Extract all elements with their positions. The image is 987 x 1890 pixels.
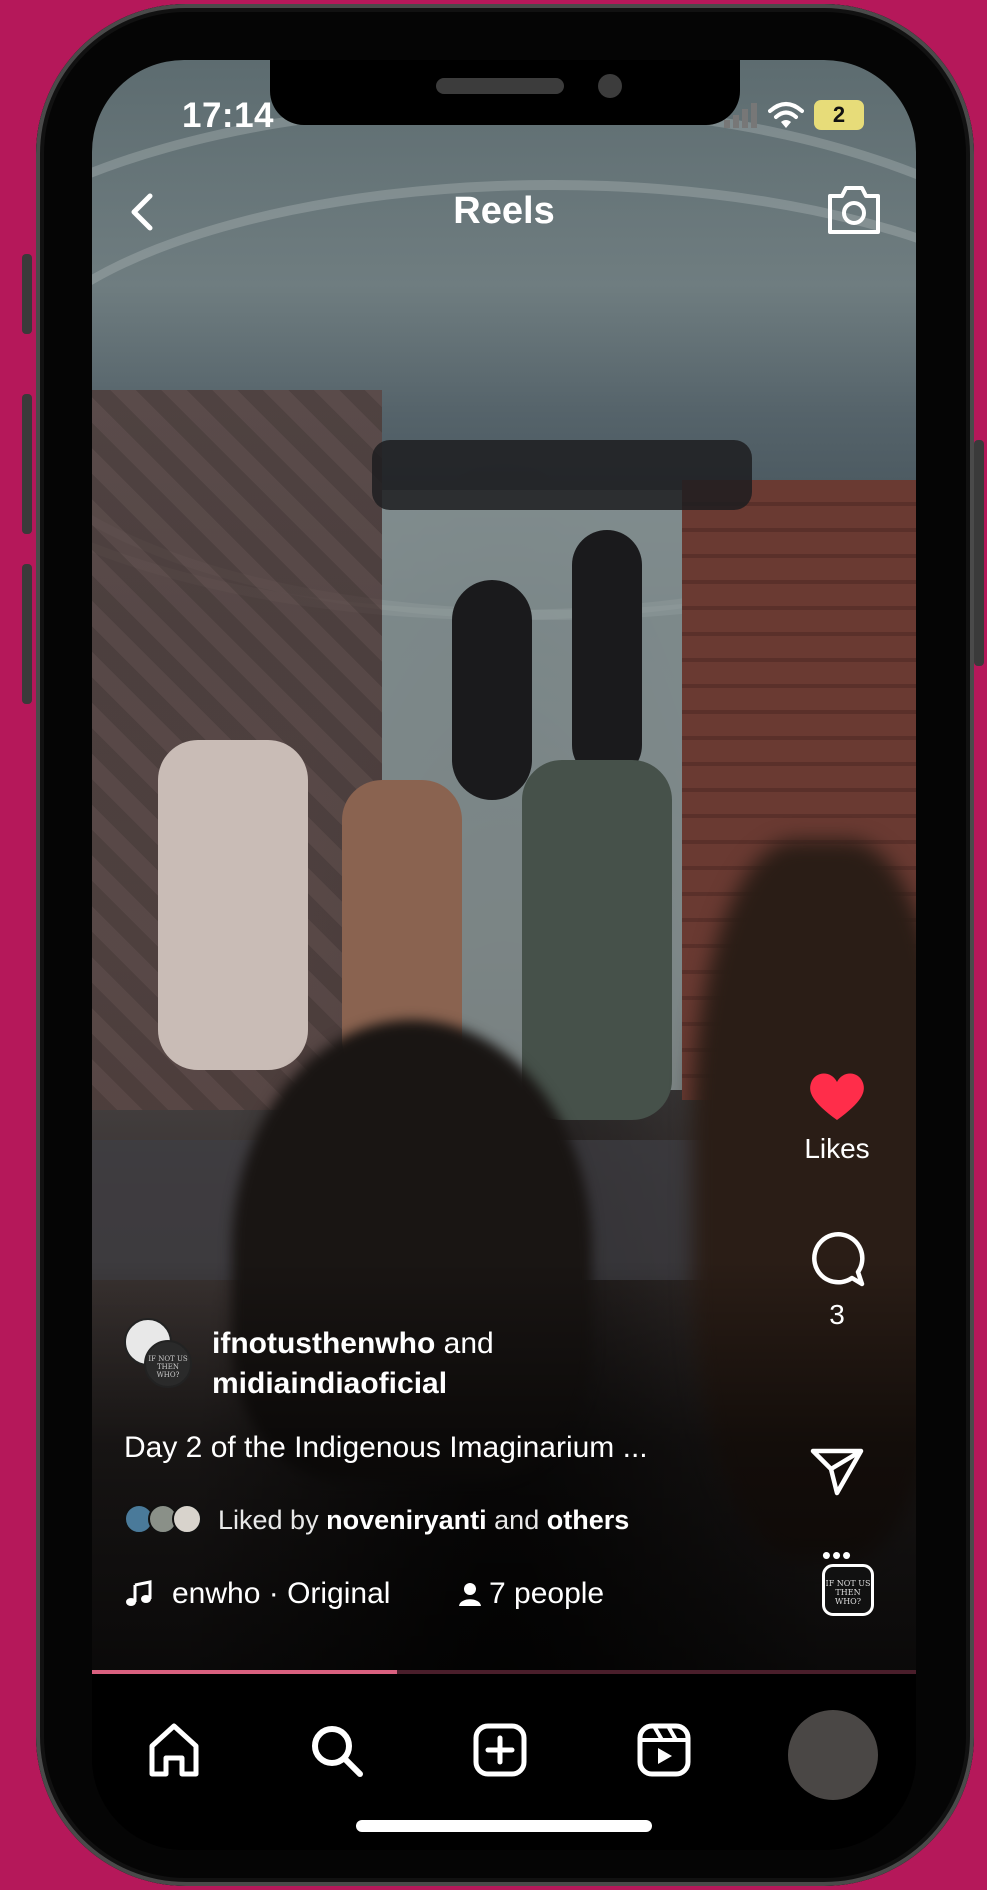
liked-others[interactable]: others [547,1505,630,1536]
earpiece-speaker [436,78,564,94]
notch [270,60,740,125]
side-button-power [974,440,984,666]
liked-prefix: Liked by [218,1504,319,1535]
comment-icon[interactable] [808,1230,866,1288]
profile-avatar[interactable] [788,1710,878,1800]
like-action[interactable]: Likes [782,1070,892,1165]
liked-joiner: and [494,1504,540,1535]
music-note-icon [126,1580,152,1606]
coauthor-avatar[interactable]: IF NOT US THEN WHO? [144,1340,192,1388]
reels-header: Reels [92,170,916,260]
post-authors: IF NOT US THEN WHO? ifnotusthenwho and m… [124,1318,744,1400]
author-joiner: and [443,1327,494,1360]
wall-hanging [572,530,642,780]
wifi-icon [768,102,804,128]
side-button-volume-up [22,394,32,534]
wall-hanging [452,580,532,800]
phone-screen: 17:14 2 Reels Likes 3 ••• IF NOT US THEN… [92,60,916,1850]
stage-lights [372,440,752,510]
audio-title[interactable]: enwho · Original [172,1577,427,1611]
post-caption[interactable]: Day 2 of the Indigenous Imaginarium ... [124,1431,744,1465]
status-time: 17:14 [182,96,275,135]
liked-user[interactable]: noveniryanti [326,1505,487,1536]
side-button-volume-down [22,564,32,704]
comment-action[interactable]: 3 [782,1230,892,1331]
front-camera [598,74,622,98]
people-count: 7 people [489,1577,605,1610]
liker-avatars [124,1504,214,1536]
create-icon[interactable] [470,1720,530,1780]
tagged-people[interactable]: 7 people [457,1577,604,1611]
home-indicator [356,1820,652,1832]
comments-count: 3 [829,1299,845,1330]
author-primary[interactable]: ifnotusthenwho [212,1327,435,1360]
search-icon[interactable] [306,1720,366,1780]
side-button-mute [22,254,32,334]
share-icon[interactable] [809,1445,865,1497]
author-names: ifnotusthenwho and midiaindiaoficial [212,1324,494,1404]
likes-label: Likes [804,1133,870,1164]
speaker-person [158,740,308,1070]
cellular-icon [724,103,757,128]
share-action[interactable] [782,1445,892,1502]
reels-icon[interactable] [634,1720,694,1780]
bottom-navigation [92,1674,916,1850]
camera-icon[interactable] [824,182,884,238]
heart-icon[interactable] [808,1070,866,1122]
reel-video[interactable] [92,60,916,1670]
author-secondary[interactable]: midiaindiaoficial [212,1367,447,1400]
liker-avatar [172,1504,202,1534]
speaker-person [522,760,672,1120]
audio-thumbnail[interactable]: IF NOT US THEN WHO? [822,1564,874,1616]
person-icon [459,1583,481,1606]
liked-by[interactable]: Liked by noveniryanti and others [124,1500,629,1540]
battery-icon: 2 [814,100,864,130]
home-icon[interactable] [144,1720,204,1780]
status-indicators: 2 [724,98,864,132]
page-title: Reels [453,190,555,232]
audio-row[interactable]: enwho · Original 7 people [124,1572,604,1616]
